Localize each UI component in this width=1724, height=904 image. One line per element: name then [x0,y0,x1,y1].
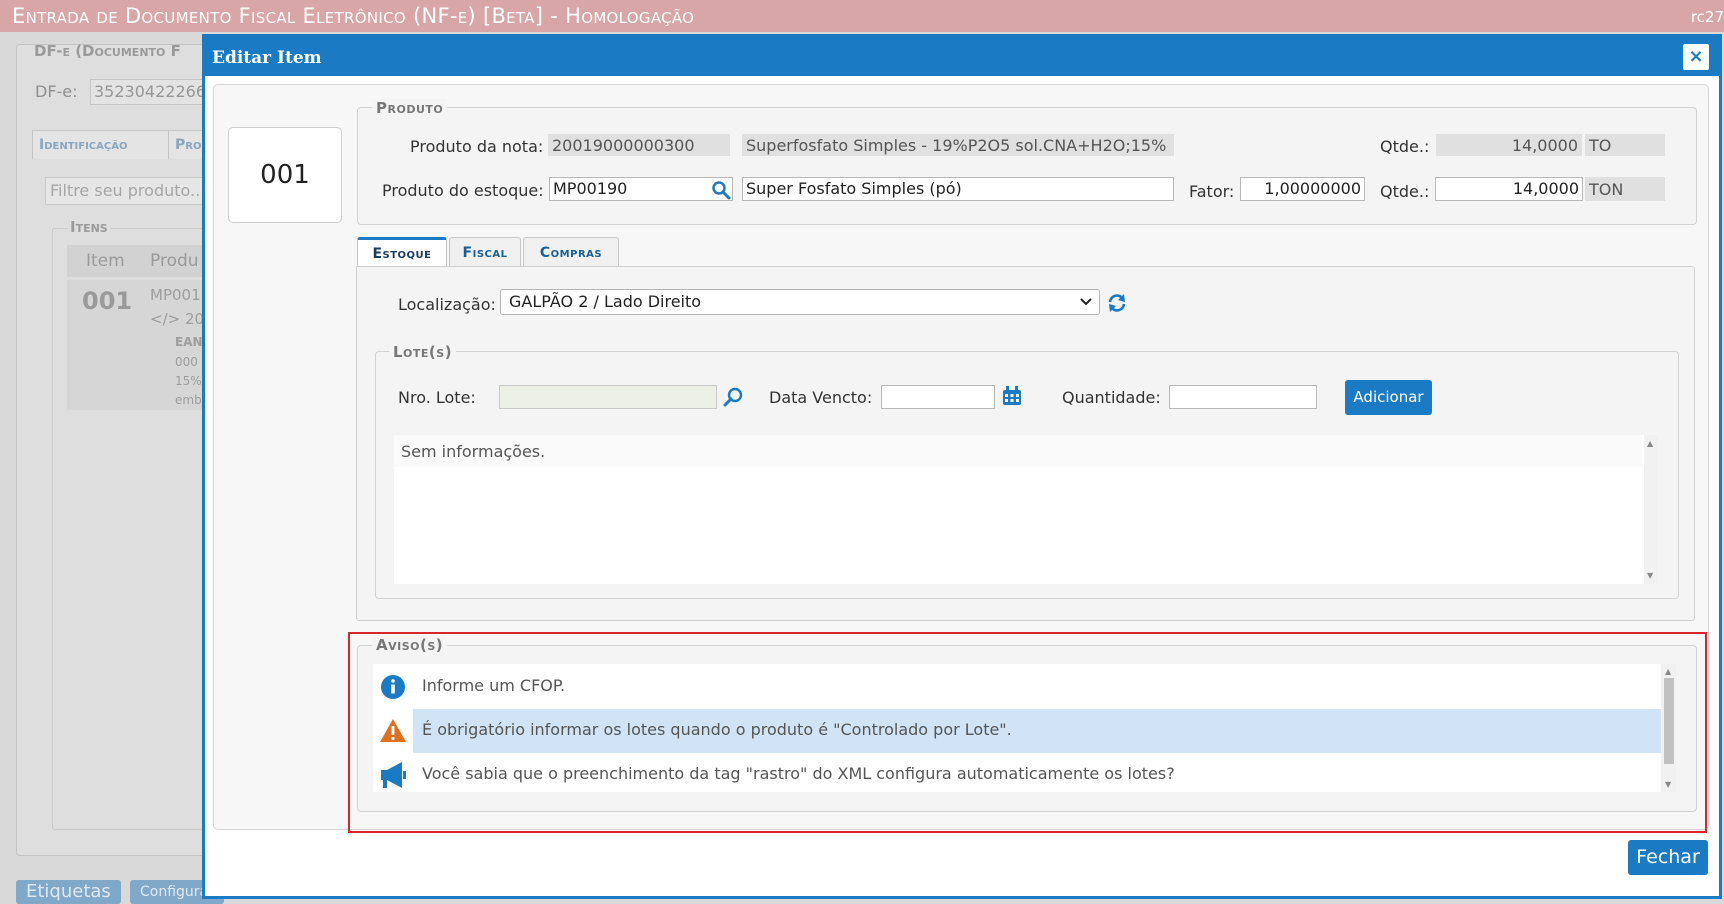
search-icon[interactable] [723,386,745,408]
fator-input[interactable]: 1,00000000 [1240,177,1365,201]
scroll-down-icon[interactable]: ▼ [1647,571,1653,580]
produto-estoque-label: Produto do estoque: [382,181,544,200]
refresh-icon[interactable] [1106,292,1128,314]
lotes-empty-text: Sem informações. [401,442,546,461]
unidade-estoque-value: TON [1585,177,1665,201]
localizacao-value: GALPÃO 2 / Lado Direito [509,292,702,311]
lotes-list-row [394,435,1642,467]
dfe-section-legend: DF-e (Documento F [34,42,181,60]
user-name: rc27 [1690,8,1724,26]
qtde-nota-label: Qtde.: [1380,137,1430,156]
qtde-nota-value: 14,0000 [1436,134,1582,156]
fator-label: Fator: [1189,182,1235,201]
dialog-header [202,34,1722,76]
app-header: Entrada de Documento Fiscal Eletrônico (… [0,0,1724,32]
scroll-up-icon[interactable]: ▲ [1647,439,1653,448]
row-line: MP001 [150,286,201,304]
tab-estoque[interactable]: Estoque [357,237,447,269]
lotes-scrollbar[interactable]: ▲ ▼ [1644,435,1658,584]
localizacao-label: Localização: [398,295,496,314]
qtde-estoque-input[interactable]: 14,0000 [1435,177,1583,201]
tab-fiscal[interactable]: Fiscal [449,237,521,268]
tab-compras[interactable]: Compras [523,237,619,268]
row-line: 15% [175,374,202,388]
data-vencto-label: Data Vencto: [769,388,873,407]
dialog-title: Editar Item [212,48,322,68]
data-vencto-input[interactable] [881,385,995,409]
row-item-number: 001 [82,287,133,315]
calendar-icon[interactable] [1002,386,1022,406]
itens-legend: Itens [68,218,110,236]
unidade-nota-value: TO [1585,134,1665,156]
row-line: EAN [175,335,203,349]
qtde-estoque-label: Qtde.: [1380,182,1430,201]
lotes-legend: Lote(s) [389,343,457,361]
chevron-down-icon [1079,290,1093,322]
dfe-value: 35230422266 [90,79,215,105]
produto-nota-description: Superfosfato Simples - 19%P2O5 sol.CNA+H… [742,134,1174,156]
adicionar-button[interactable]: Adicionar [1345,380,1432,415]
nro-lote-input[interactable] [499,385,717,409]
fechar-button[interactable]: Fechar [1628,840,1708,875]
produto-estoque-description[interactable]: Super Fosfato Simples (pó) [742,177,1174,201]
row-line: 000 [175,355,198,369]
quantidade-input[interactable] [1169,385,1317,409]
produto-nota-code: 20019000000300 [548,134,730,156]
tab-identificacao: Identificação [32,130,171,159]
column-item: Item [86,251,125,271]
produto-nota-label: Produto da nota: [410,137,544,156]
produto-fieldset [357,107,1697,225]
item-number-box: 001 [228,127,342,223]
highlight-annotation [348,632,1707,833]
row-line: emb [175,393,202,407]
quantidade-label: Quantidade: [1062,388,1161,407]
produto-estoque-input[interactable]: MP00190 [549,177,733,201]
etiquetas-button: Etiquetas [16,880,121,904]
column-produto: Produ [150,251,199,271]
app-title: Entrada de Documento Fiscal Eletrônico (… [12,4,695,28]
product-filter-input: Filtre seu produto... [45,177,211,205]
dfe-label: DF-e: [35,82,78,101]
nro-lote-label: Nro. Lote: [398,388,476,407]
produto-legend: Produto [372,99,448,117]
close-button[interactable]: × [1683,44,1709,70]
localizacao-select[interactable]: GALPÃO 2 / Lado Direito [500,289,1100,315]
search-icon[interactable] [710,180,732,200]
